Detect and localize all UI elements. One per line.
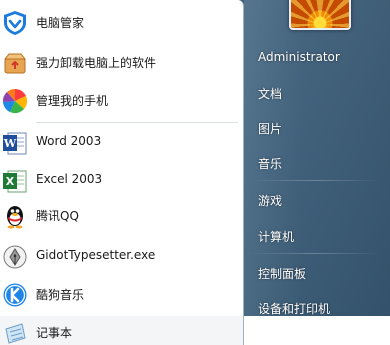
user-picture[interactable]: [289, 0, 351, 30]
program-item-uninstall[interactable]: 强力卸载电脑上的软件: [0, 44, 243, 80]
program-item-notepad[interactable]: 记事本: [0, 314, 243, 345]
right-item-games[interactable]: 游戏: [258, 192, 282, 209]
program-label: 腾讯QQ: [36, 209, 79, 223]
bottom-strip: [244, 316, 390, 345]
uninstall-box-icon: [3, 53, 27, 74]
right-item-administrator[interactable]: Administrator: [258, 50, 340, 64]
program-item-qq[interactable]: 腾讯QQ: [0, 197, 243, 233]
program-item-word[interactable]: W Word 2003: [0, 124, 243, 160]
right-item-computer[interactable]: 计算机: [258, 228, 294, 245]
svg-text:W: W: [3, 137, 17, 150]
right-separator: [250, 180, 380, 181]
right-item-documents[interactable]: 文档: [258, 85, 282, 102]
program-label: Excel 2003: [36, 172, 103, 186]
program-item-kugou[interactable]: 酷狗音乐: [0, 276, 243, 312]
notepad-icon: [5, 323, 26, 344]
qq-penguin-icon: [7, 206, 23, 229]
kugou-icon: [3, 283, 27, 307]
right-item-pictures[interactable]: 图片: [258, 120, 282, 137]
pen-nib-icon: [3, 245, 27, 269]
right-separator: [250, 253, 380, 254]
left-pane: 电脑管家 强力卸载电脑上的软件 管理我的手机 W Word 2003 X Exc…: [0, 0, 244, 345]
program-item-gidot-typesetter[interactable]: GidotTypesetter.exe: [0, 238, 243, 274]
program-label: 记事本: [36, 326, 73, 340]
program-item-excel[interactable]: X Excel 2003: [0, 162, 243, 198]
left-separator: [36, 122, 238, 123]
program-label: 酷狗音乐: [36, 288, 85, 302]
program-item-pc-manager[interactable]: 电脑管家: [0, 4, 243, 40]
program-label: GidotTypesetter.exe: [36, 248, 156, 262]
program-item-phone-manager[interactable]: 管理我的手机: [0, 82, 243, 118]
program-label: Word 2003: [36, 134, 102, 148]
right-item-devices-printers[interactable]: 设备和打印机: [258, 300, 330, 317]
program-label: 强力卸载电脑上的软件: [36, 56, 157, 70]
right-item-control-panel[interactable]: 控制面板: [258, 265, 306, 282]
word-icon: W: [3, 132, 27, 155]
program-label: 电脑管家: [36, 16, 85, 30]
right-item-music[interactable]: 音乐: [258, 155, 282, 172]
svg-text:X: X: [6, 175, 15, 188]
phone-manager-icon: [2, 88, 28, 114]
tencent-pc-manager-icon: [4, 11, 26, 35]
program-label: 管理我的手机: [36, 94, 109, 108]
excel-icon: X: [3, 170, 27, 193]
